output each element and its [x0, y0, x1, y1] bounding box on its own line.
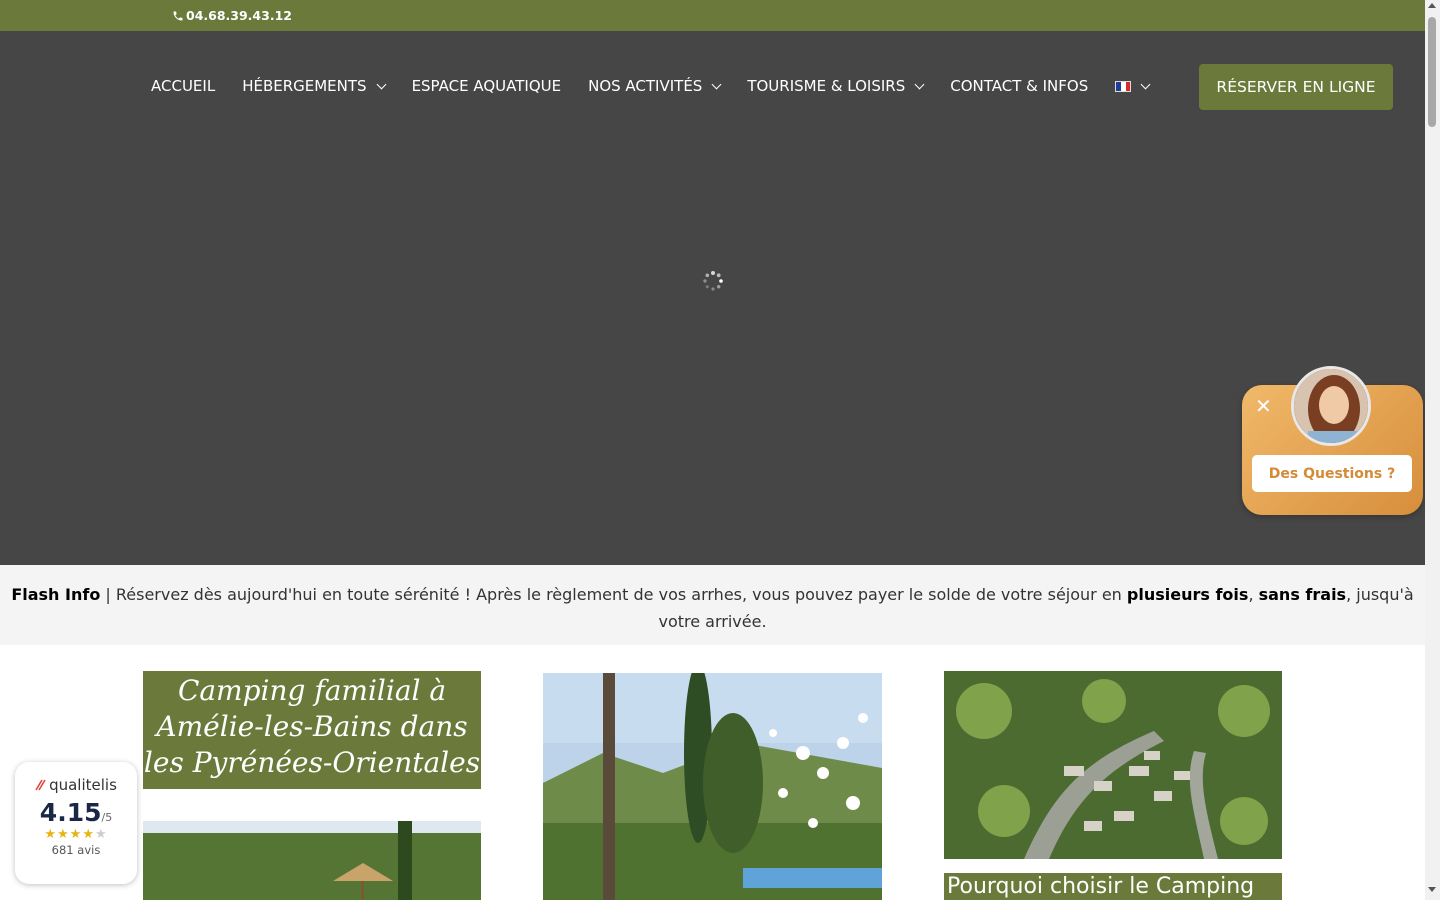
flash-bold-2: sans frais — [1258, 585, 1347, 604]
chevron-down-icon — [1140, 79, 1151, 89]
nav-item-label: TOURISME & LOISIRS — [747, 77, 906, 95]
qualitelis-logo-icon — [35, 779, 46, 791]
score-value: 4.15 — [39, 798, 102, 827]
questions-button[interactable]: Des Questions ? — [1252, 455, 1412, 492]
assistant-avatar — [1291, 366, 1371, 446]
chevron-down-icon — [711, 79, 722, 89]
star-rating-icon: ★★★★★ — [44, 827, 108, 842]
questions-label: Des Questions ? — [1268, 465, 1396, 482]
nav-item-label: ESPACE AQUATIQUE — [411, 77, 562, 95]
qualitelis-brand: qualitelis — [15, 776, 137, 794]
qualitelis-name: qualitelis — [49, 776, 117, 794]
review-count: 681 avis — [51, 843, 101, 857]
page-scrollbar[interactable] — [1425, 0, 1440, 900]
chevron-down-icon — [914, 79, 925, 89]
hero-header: ACCUEIL HÉBERGEMENTS ESPACE AQUATIQUE NO… — [0, 31, 1425, 565]
score-scale: /5 — [101, 811, 113, 824]
flash-sep: , — [1248, 585, 1259, 604]
chevron-down-icon — [376, 79, 387, 89]
flash-bold-1: plusieurs fois — [1126, 585, 1249, 604]
flash-info-banner: Flash Info | Réservez dès aujourd'hui en… — [0, 565, 1425, 645]
flash-title: Flash Info — [11, 585, 101, 604]
nav-item-hebergements[interactable]: HÉBERGEMENTS — [242, 77, 387, 95]
phone-number: 04.68.39.43.12 — [186, 8, 292, 23]
aerial-photo — [944, 671, 1282, 859]
why-choose-label: Pourquoi choisir le Camping — [947, 874, 1255, 899]
nav-item-nos-activites[interactable]: NOS ACTIVITÉS — [588, 77, 722, 95]
rating-score: 4.15/5 — [15, 798, 137, 827]
pool-umbrella-image — [143, 821, 481, 900]
nav-item-label: CONTACT & INFOS — [950, 77, 1089, 95]
phone-link[interactable]: 04.68.39.43.12 — [172, 8, 292, 23]
language-switcher[interactable] — [1115, 79, 1151, 92]
camping-title-card: Camping familial à Amélie-les-Bains dans… — [143, 671, 481, 789]
camping-title: Camping familial à Amélie-les-Bains dans… — [143, 674, 481, 779]
why-choose-heading: Pourquoi choisir le Camping — [944, 873, 1282, 900]
main-nav: ACCUEIL HÉBERGEMENTS ESPACE AQUATIQUE NO… — [151, 76, 1151, 96]
nav-item-contact-infos[interactable]: CONTACT & INFOS — [950, 77, 1088, 95]
flash-text-1: | Réservez dès aujourd'hui en toute séré… — [100, 585, 1127, 604]
reserve-label: RÉSERVER EN LIGNE — [1216, 78, 1376, 96]
scrollbar-thumb[interactable] — [1428, 17, 1436, 127]
flag-fr-icon — [1115, 80, 1132, 92]
blossom-photo — [543, 673, 882, 900]
reserve-online-button[interactable]: RÉSERVER EN LIGNE — [1199, 64, 1393, 110]
nav-item-accueil[interactable]: ACCUEIL — [151, 77, 215, 95]
loading-spinner-icon — [703, 271, 723, 291]
aerial-campsite-image — [944, 671, 1282, 859]
scroll-down-icon[interactable] — [1428, 887, 1436, 892]
blossom-trees-image — [543, 673, 882, 900]
qualitelis-rating-widget[interactable]: qualitelis 4.15/5 ★★★★★ 681 avis — [15, 762, 137, 884]
scroll-up-icon[interactable] — [1428, 3, 1436, 8]
pool-photo — [143, 821, 481, 900]
nav-item-label: HÉBERGEMENTS — [242, 77, 367, 95]
nav-item-label: NOS ACTIVITÉS — [588, 77, 703, 95]
nav-item-label: ACCUEIL — [151, 77, 216, 95]
nav-item-tourisme-loisirs[interactable]: TOURISME & LOISIRS — [747, 77, 925, 95]
nav-item-espace-aquatique[interactable]: ESPACE AQUATIQUE — [412, 77, 562, 95]
top-bar: 04.68.39.43.12 — [0, 0, 1425, 31]
close-icon[interactable]: ✕ — [1255, 394, 1272, 418]
chat-widget: ✕ Des Questions ? — [1242, 366, 1423, 515]
assistant-portrait-image — [1294, 369, 1368, 443]
phone-icon — [173, 11, 183, 20]
